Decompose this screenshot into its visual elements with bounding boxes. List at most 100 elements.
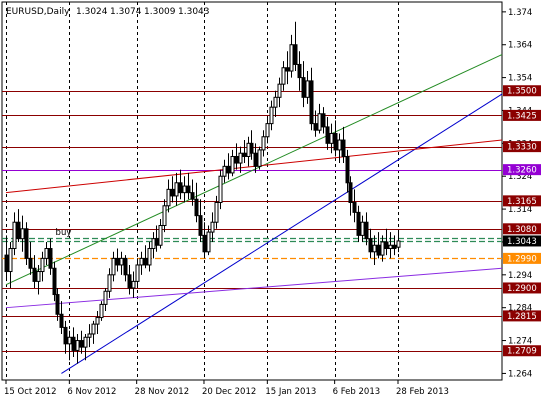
candle-body: [111, 257, 116, 276]
candle-body: [186, 185, 191, 194]
candle-body: [376, 244, 381, 256]
candle-body: [75, 340, 80, 351]
candle-body: [52, 267, 57, 296]
candle-body: [16, 221, 21, 240]
candle-body: [123, 257, 128, 276]
candle-body: [285, 67, 290, 72]
annotations: buy: [56, 228, 72, 238]
candle-body: [139, 257, 144, 266]
candle-body: [269, 106, 274, 125]
price-tick-label: 1.354: [508, 74, 532, 84]
candle-body: [281, 67, 286, 85]
candle-body: [158, 225, 163, 246]
candle-body: [293, 44, 298, 65]
level-price-tag-label: 1.3165: [507, 197, 537, 207]
candle-body: [131, 280, 136, 289]
candle-body: [87, 333, 92, 338]
candle-body: [214, 202, 219, 223]
candle-body: [182, 185, 187, 194]
candle-body: [83, 336, 88, 348]
low-value: 1.3009: [144, 7, 176, 17]
candle-body: [321, 113, 326, 128]
candle-body: [253, 152, 258, 167]
price-tick-label: 1.264: [508, 369, 532, 379]
current-price-tag-label: 1.3043: [507, 237, 537, 247]
candle-body: [309, 80, 314, 125]
level-price-tag-label: 1.3500: [507, 87, 537, 97]
candle-body: [147, 248, 152, 266]
date-tick-label: 6 Nov 2012: [67, 387, 116, 397]
candle-body: [99, 303, 104, 319]
level-price-tag-label: 1.2900: [507, 284, 537, 294]
candle-body: [289, 44, 294, 72]
price-tick-label: 1.294: [508, 271, 532, 281]
candle-body: [91, 323, 96, 335]
candle-body: [348, 182, 353, 204]
date-tick-label: 20 Dec 2012: [202, 387, 256, 397]
candle-body: [242, 152, 247, 157]
candle-body: [210, 221, 215, 233]
candle-body: [337, 139, 342, 151]
level-price-tag-label: 1.2815: [507, 312, 537, 322]
candle-body: [63, 326, 68, 345]
candle-body: [71, 336, 76, 351]
date-tick-label: 6 Feb 2013: [333, 387, 381, 397]
price-tick-label: 1.374: [508, 8, 532, 18]
level-price-tag-label: 1.3425: [507, 111, 537, 121]
candle-body: [28, 257, 33, 269]
candle-body: [198, 215, 203, 236]
candle-body: [273, 96, 278, 108]
candle-body: [202, 234, 207, 253]
date-tick-label: 15 Jan 2013: [265, 387, 316, 397]
candle-body: [103, 290, 108, 305]
candle-body: [317, 113, 322, 131]
level-price-tag-label: 1.3330: [507, 143, 537, 153]
candle-body: [230, 155, 235, 174]
candle-body: [345, 155, 350, 184]
candle-body: [24, 228, 29, 259]
candle-body: [277, 83, 282, 98]
price-tick-label: 1.274: [508, 337, 532, 347]
candle-body: [127, 274, 132, 289]
candle-body: [265, 123, 270, 138]
candle-body: [261, 136, 266, 151]
candle-body: [352, 202, 357, 213]
candle-body: [79, 340, 84, 348]
candle-body: [115, 257, 120, 266]
price-chart: EURUSD,Daily 1.3024 1.3074 1.3009 1.3043…: [0, 0, 544, 402]
candle-body: [313, 123, 318, 131]
candle-body: [20, 228, 25, 240]
date-tick-label: 15 Oct 2012: [4, 387, 57, 397]
candle-body: [380, 241, 385, 256]
level-price-tag-label: 1.2709: [507, 347, 537, 357]
candle-body: [325, 126, 330, 144]
date-tick-label: 28 Feb 2013: [396, 387, 449, 397]
candle-body: [166, 188, 171, 207]
candle-body: [301, 77, 306, 98]
level-price-tag-label: 1.3260: [507, 166, 537, 176]
candle-body: [162, 205, 167, 227]
candle-body: [257, 149, 262, 167]
candle-body: [360, 221, 365, 236]
candle-body: [36, 271, 41, 282]
candle-body: [190, 192, 195, 200]
candle-body: [356, 211, 361, 236]
candle-body: [107, 274, 112, 292]
candle-body: [154, 238, 159, 246]
candle-body: [170, 188, 175, 197]
candle-body: [206, 231, 211, 253]
candle-body: [297, 63, 302, 79]
symbol-label: EURUSD,Daily: [6, 7, 70, 17]
candle-body: [388, 244, 393, 250]
candle-body: [12, 221, 17, 250]
candle-body: [135, 264, 140, 282]
level-price-tag-label: 1.3080: [507, 225, 537, 235]
candle-body: [143, 257, 148, 266]
candle-body: [341, 139, 346, 157]
candle-body: [249, 142, 254, 154]
candle-body: [305, 80, 310, 98]
candle-body: [368, 238, 373, 253]
candle-body: [119, 257, 124, 266]
candle-body: [364, 221, 369, 240]
candle-body: [234, 155, 239, 164]
